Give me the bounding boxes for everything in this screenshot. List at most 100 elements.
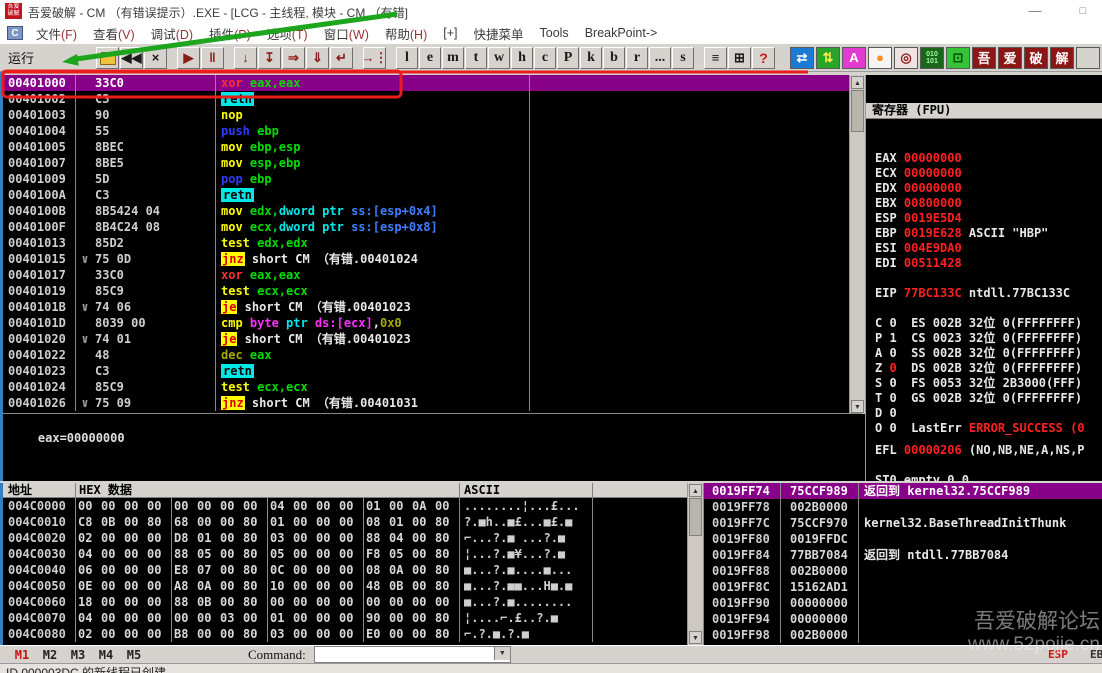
disasm-row[interactable]: 00401026∨75 09jnz short CM （有错.00401031 [3,395,849,411]
dump-row[interactable]: 004C002002000000D80100800300000088040080… [3,530,687,546]
scroll-up-icon[interactable]: ▲ [851,76,864,89]
view-log-button[interactable]: l [396,47,418,69]
disasm-row[interactable]: 004010095Dpop ebp [3,171,849,187]
disasm-row[interactable]: 0040100F8B4C24 08mov ecx,dword ptr ss:[e… [3,219,849,235]
register-line[interactable]: ST0 empty 0.0 [875,473,1102,481]
scrollbar-thumb[interactable] [689,498,702,536]
stack-row[interactable]: 0019FF9400000000 [704,611,1102,627]
stack-row[interactable]: 0019FF9000000000 [704,595,1102,611]
disasm-row[interactable]: 004010058BECmov ebp,esp [3,139,849,155]
register-line[interactable]: ESP 0019E5D4 [875,211,1102,226]
stack-row[interactable]: 0019FF7475CCF989返回到 kernel32.75CCF989 [704,483,1102,499]
swap-plugin-button[interactable]: ⇄ [790,47,814,69]
esp-button[interactable]: ESP [1048,648,1068,661]
dump-row[interactable]: 004C007004000000000003000100000090000080… [3,610,687,626]
stack-row[interactable]: 0019FF98002B0000 [704,627,1102,643]
stack-row[interactable]: 0019FF800019FFDC [704,531,1102,547]
menu-item[interactable]: 帮助(H) [377,24,435,43]
stack-row[interactable]: 0019FF8477BB7084返回到 ntdll.77BB7084 [704,547,1102,563]
register-line[interactable]: Z 0 DS 002B 32位 0(FFFFFFFF) [875,361,1102,376]
ebp-button[interactable]: EBP [1090,648,1102,661]
stack-row[interactable]: 0019FF88002B0000 [704,563,1102,579]
register-line[interactable]: D 0 [875,406,1102,421]
help-button[interactable]: ? [752,47,775,69]
menu-item[interactable]: Tools [532,26,577,40]
view-threads-button[interactable]: t [465,47,487,69]
brand-jie-button[interactable]: 解 [1050,47,1074,69]
scrollbar-thumb[interactable] [851,90,864,132]
appearance-button[interactable]: ⊞ [728,47,751,69]
brand-ai-button[interactable]: 爱 [998,47,1022,69]
dump-pane[interactable]: 004C000000000000000000000400000001000A00… [3,498,687,645]
open-file-button[interactable] [96,47,119,69]
disasm-row[interactable]: 0040100AC3retn [3,187,849,203]
view-run-trace-button[interactable]: ... [649,47,671,69]
register-line[interactable]: ESI 004E9DA0 [875,241,1102,256]
register-line[interactable]: S 0 FS 0053 32位 2B3000(FFF) [875,376,1102,391]
animate-over-button[interactable]: ⇓ [306,47,329,69]
view-source-button[interactable]: s [672,47,694,69]
dump-row[interactable]: 004C0030040000008805008005000000F8050080… [3,546,687,562]
view-executables-button[interactable]: e [419,47,441,69]
menu-item[interactable]: 快捷菜单 [465,24,531,43]
minimize-button[interactable]: — [1012,0,1058,22]
menu-item[interactable]: 窗口(W) [316,24,377,43]
maximize-button[interactable]: □ [1060,0,1102,22]
view-memory-button[interactable]: m [442,47,464,69]
dump-row[interactable]: 004C0010C80B0080680000800100000008010080… [3,514,687,530]
stack-row[interactable]: 0019FF7C75CCF970kernel32.BaseThreadInitT… [704,515,1102,531]
register-line[interactable]: T 0 GS 002B 32位 0(FFFFFFFF) [875,391,1102,406]
menu-item[interactable]: BreakPoint-> [577,26,666,40]
dump-row[interactable]: 004C006018000000880B00800000000000000000… [3,594,687,610]
register-line[interactable]: EDI 00511428 [875,256,1102,271]
disasm-row[interactable]: 004010078BE5mov esp,ebp [3,155,849,171]
register-line[interactable]: EDX 00000000 [875,181,1102,196]
stack-row[interactable]: 0019FF78002B0000 [704,499,1102,515]
menu-item[interactable]: 文件(F) [28,24,85,43]
register-line[interactable]: ECX 00000000 [875,166,1102,181]
execute-till-user-code-button[interactable]: →⋮ [363,47,386,69]
mark-button-m5[interactable]: M5 [120,648,148,662]
view-handles-button[interactable]: h [511,47,533,69]
register-line[interactable]: O 0 LastErr ERROR_SUCCESS (0 [875,421,1102,436]
register-line[interactable]: P 1 CS 0023 32位 0(FFFFFFFF) [875,331,1102,346]
dump-row[interactable]: 004C000000000000000000000400000001000A00… [3,498,687,514]
mark-button-m1[interactable]: M1 [8,648,36,662]
dump-scrollbar[interactable]: ▲ ▼ [687,483,703,645]
olly-ball-plugin-button[interactable]: ● [868,47,892,69]
scroll-down-icon[interactable]: ▼ [851,400,864,413]
mark-button-m4[interactable]: M4 [92,648,120,662]
dump-row[interactable]: 004C004006000000E80700800C000000080A0080… [3,562,687,578]
stack-pane[interactable]: 0019FF7475CCF989返回到 kernel32.75CCF989001… [703,483,1102,645]
disassembly-pane[interactable]: 0040100033C0xor eax,eax00401002C3retn004… [3,75,849,414]
register-line[interactable]: EFL 00000206 (NO,NB,NE,A,NS,P [875,443,1102,458]
restart-button[interactable]: ◀◀ [120,47,143,69]
command-input[interactable]: ▼ [314,646,511,663]
view-references-button[interactable]: r [626,47,648,69]
disasm-row[interactable]: 0040101985C9test ecx,ecx [3,283,849,299]
scroll-down-icon[interactable]: ▼ [689,631,702,644]
disasm-row[interactable]: 00401020∨74 01je short CM （有错.00401023 [3,331,849,347]
dump-row[interactable]: 004C00500E000000A80A008010000000480B0080… [3,578,687,594]
info-pane[interactable]: eax=00000000 [3,413,862,481]
menu-item[interactable]: [+] [435,26,465,40]
step-into-button[interactable]: ↓ [234,47,257,69]
target-plugin-button[interactable]: ◎ [894,47,918,69]
disassembly-scrollbar[interactable]: ▲ ▼ [849,75,865,414]
stack-row[interactable]: 0019FF8C15162AD1 [704,579,1102,595]
scroll-up-icon[interactable]: ▲ [689,484,702,497]
menu-item[interactable]: 查看(V) [85,24,143,43]
disasm-row[interactable]: 00401002C3retn [3,91,849,107]
logging-options-button[interactable]: ≡ [704,47,727,69]
brand-wu-button[interactable]: 吾 [972,47,996,69]
disasm-row[interactable]: 0040101385D2test edx,edx [3,235,849,251]
step-over-button[interactable]: ↧ [258,47,281,69]
view-cpu-button[interactable]: c [534,47,556,69]
registers-pane[interactable]: 寄存器 (FPU) EAX 00000000ECX 00000000EDX 00… [865,75,1102,481]
animate-into-button[interactable]: ⇒ [282,47,305,69]
disasm-row[interactable]: 0040100455push ebp [3,123,849,139]
disasm-row[interactable]: 0040102485C9test ecx,ecx [3,379,849,395]
view-call-stack-button[interactable]: k [580,47,602,69]
analyze-plugin-button[interactable]: A [842,47,866,69]
execute-till-return-button[interactable]: ↵ [330,47,353,69]
